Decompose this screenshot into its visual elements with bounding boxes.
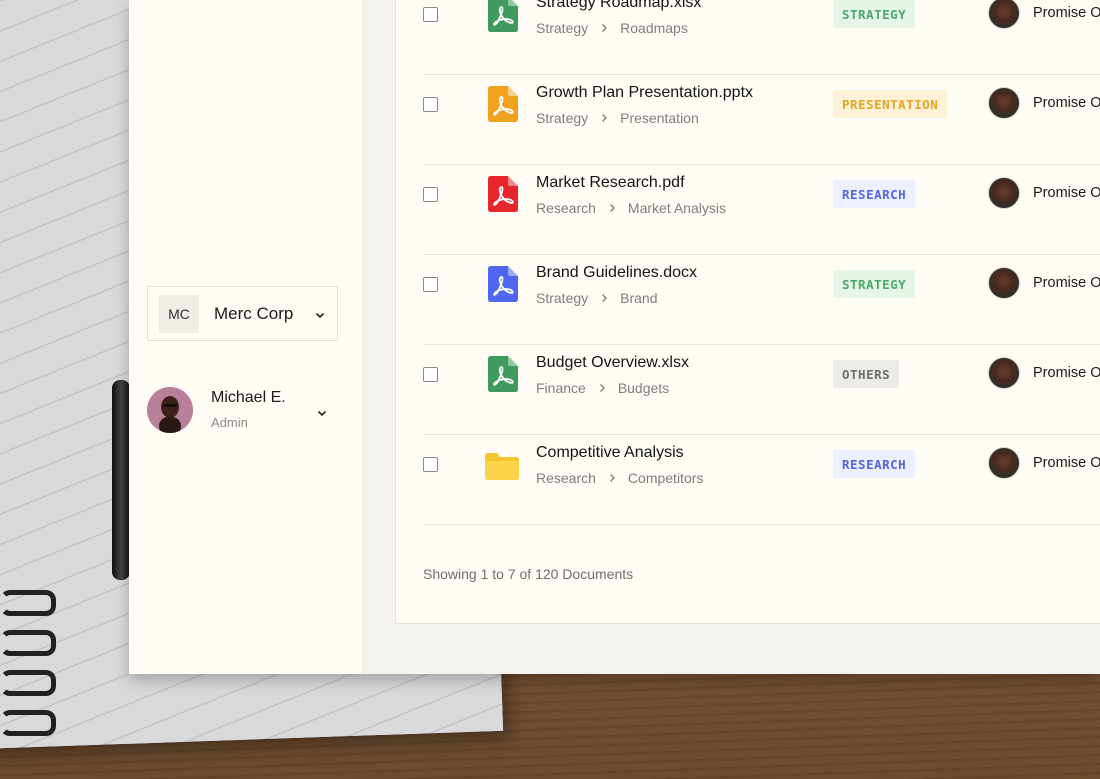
category-tag: PRESENTATION [833, 90, 948, 118]
docx-file-icon [488, 266, 518, 302]
chevron-right-icon [602, 114, 608, 122]
owner-name: Promise O [1033, 365, 1100, 381]
table-row[interactable]: Competitive Analysis Research Competitor… [423, 434, 1100, 525]
path-subfolder: Presentation [620, 110, 699, 126]
document-name[interactable]: Budget Overview.xlsx [536, 354, 689, 372]
path-folder: Research [536, 470, 596, 486]
row-checkbox[interactable] [423, 97, 438, 112]
owner-name: Promise O [1033, 185, 1100, 201]
avatar [147, 387, 193, 433]
user-name: Michael E. [211, 389, 286, 406]
category-tag: OTHERS [833, 360, 900, 388]
pagination-summary: Showing 1 to 7 of 120 Documents [423, 566, 634, 582]
org-initials: MC [159, 294, 199, 333]
org-name: Merc Corp [214, 303, 294, 323]
folder-icon [485, 453, 519, 480]
documents-panel: Strategy Roadmap.xlsx Strategy Roadmaps … [395, 0, 1100, 624]
document-name[interactable]: Growth Plan Presentation.pptx [536, 84, 753, 102]
document-name[interactable]: Market Research.pdf [536, 174, 685, 192]
document-path: Research Market Analysis [536, 200, 726, 216]
chevron-right-icon [609, 474, 615, 482]
pptx-file-icon [488, 86, 518, 122]
path-subfolder: Roadmaps [620, 20, 688, 36]
notebook-spiral [0, 560, 60, 760]
path-subfolder: Market Analysis [627, 200, 726, 216]
document-path: Strategy Presentation [536, 110, 699, 126]
sidebar: MC Merc Corp Michael E. Admin [129, 0, 363, 674]
owner-avatar [988, 267, 1020, 299]
path-folder: Strategy [536, 110, 589, 126]
document-path: Strategy Roadmaps [536, 20, 688, 36]
owner-avatar [988, 447, 1020, 479]
table-row[interactable]: Brand Guidelines.docx Strategy Brand STR… [423, 254, 1100, 345]
category-tag: STRATEGY [833, 270, 916, 298]
chevron-right-icon [602, 294, 608, 302]
path-subfolder: Competitors [627, 470, 704, 486]
app-window: MC Merc Corp Michael E. Admin Strategy R… [129, 0, 1100, 674]
path-folder: Finance [536, 380, 586, 396]
owner-name: Promise O [1033, 275, 1100, 291]
owner-avatar [988, 0, 1020, 29]
path-subfolder: Brand [620, 290, 658, 306]
user-role: Admin [211, 415, 248, 430]
document-name[interactable]: Strategy Roadmap.xlsx [536, 0, 701, 12]
path-subfolder: Budgets [617, 380, 670, 396]
table-row[interactable]: Market Research.pdf Research Market Anal… [423, 164, 1100, 255]
chevron-right-icon [609, 204, 615, 212]
chevron-down-icon [315, 312, 325, 319]
document-name[interactable]: Competitive Analysis [536, 444, 684, 462]
row-checkbox[interactable] [423, 187, 438, 202]
org-switcher[interactable]: MC Merc Corp [147, 286, 338, 341]
row-checkbox[interactable] [423, 277, 438, 292]
pen [112, 380, 130, 580]
owner-name: Promise O [1033, 95, 1100, 111]
category-tag: STRATEGY [833, 0, 916, 28]
owner-avatar [988, 177, 1020, 209]
owner-name: Promise O [1033, 5, 1100, 21]
pdf-file-icon [488, 176, 518, 212]
row-checkbox[interactable] [423, 367, 438, 382]
chevron-right-icon [599, 384, 605, 392]
owner-name: Promise O [1033, 455, 1100, 471]
document-path: Finance Budgets [536, 380, 669, 396]
table-row[interactable]: Budget Overview.xlsx Finance Budgets OTH… [423, 344, 1100, 435]
user-menu[interactable]: Michael E. Admin [147, 386, 338, 434]
row-checkbox[interactable] [423, 7, 438, 22]
document-path: Research Competitors [536, 470, 703, 486]
table-row[interactable]: Growth Plan Presentation.pptx Strategy P… [423, 74, 1100, 165]
path-folder: Strategy [536, 290, 589, 306]
category-tag: RESEARCH [833, 180, 916, 208]
table-row[interactable]: Strategy Roadmap.xlsx Strategy Roadmaps … [423, 0, 1100, 75]
chevron-right-icon [602, 24, 608, 32]
xlsx-file-icon [488, 0, 518, 32]
path-folder: Strategy [536, 20, 589, 36]
row-checkbox[interactable] [423, 457, 438, 472]
document-name[interactable]: Brand Guidelines.docx [536, 264, 697, 282]
chevron-down-icon [317, 410, 327, 417]
path-folder: Research [536, 200, 596, 216]
xlsx-file-icon [488, 356, 518, 392]
owner-avatar [988, 357, 1020, 389]
category-tag: RESEARCH [833, 450, 916, 478]
document-path: Strategy Brand [536, 290, 658, 306]
owner-avatar [988, 87, 1020, 119]
